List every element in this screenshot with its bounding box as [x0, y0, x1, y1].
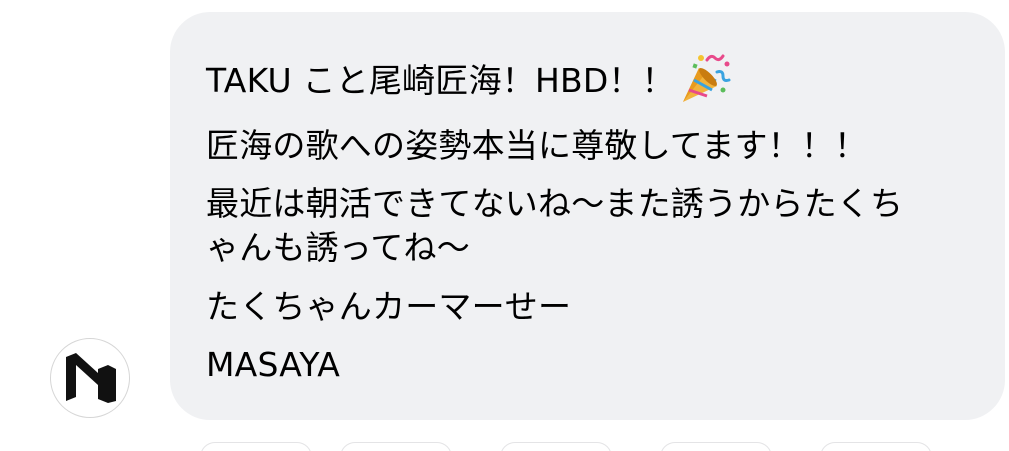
message-line-6: MASAYA — [206, 345, 340, 384]
reaction-pill[interactable] — [200, 442, 312, 451]
message-bubble[interactable]: TAKU こと尾崎匠海！HBD！！ 匠海の歌への姿勢本当に尊敬してます！！！ 最… — [170, 12, 1005, 420]
reaction-pill[interactable] — [820, 442, 932, 451]
message-line-1-text: TAKU こと尾崎匠海！HBD！！ — [206, 61, 675, 100]
message-line-4: ゃんも誘ってね～ — [206, 228, 470, 267]
logo-avatar-icon — [66, 353, 116, 403]
message-line-2: 匠海の歌への姿勢本当に尊敬してます！！！ — [206, 125, 868, 165]
reaction-pill[interactable] — [500, 442, 612, 451]
party-popper-icon — [677, 50, 733, 106]
reaction-bar — [170, 442, 1005, 451]
reaction-pill[interactable] — [660, 442, 772, 451]
chat-view: TAKU こと尾崎匠海！HBD！！ 匠海の歌への姿勢本当に尊敬してます！！！ 最… — [0, 0, 1009, 451]
message-line-1: TAKU こと尾崎匠海！HBD！！ — [206, 50, 969, 106]
message-line-3: 最近は朝活できてないね～また誘うからたくち — [206, 184, 904, 223]
reaction-pill[interactable] — [340, 442, 452, 451]
message-line-5: たくちゃんカーマーせー — [206, 286, 572, 326]
avatar[interactable] — [50, 338, 130, 418]
